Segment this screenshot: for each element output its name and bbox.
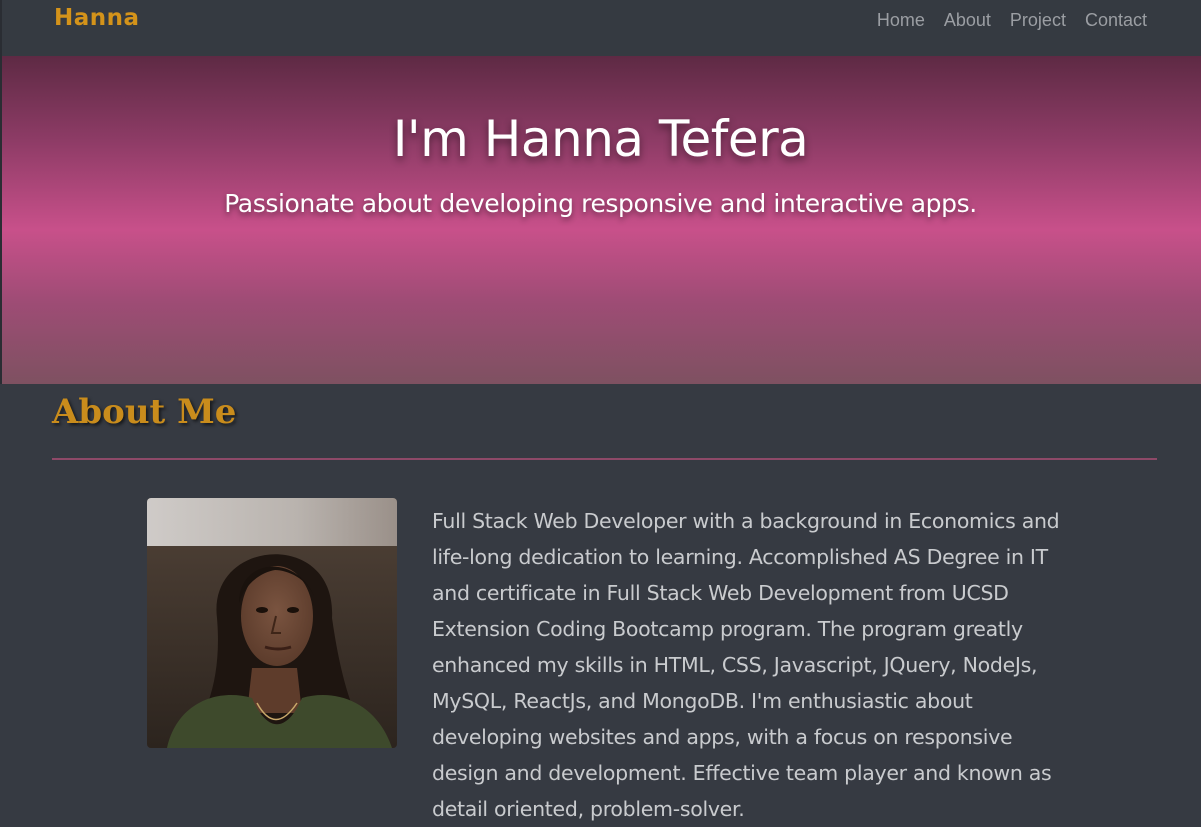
about-heading: About Me <box>52 392 237 432</box>
hero-subtitle: Passionate about developing responsive a… <box>224 189 977 218</box>
hero-title: I'm Hanna Tefera <box>392 110 809 168</box>
hero-banner: I'm Hanna Tefera Passionate about develo… <box>0 56 1201 384</box>
brand-logo[interactable]: Hanna <box>54 5 140 31</box>
profile-photo-illustration <box>147 498 397 748</box>
about-divider <box>52 458 1157 460</box>
navbar: Hanna Home About Project Contact <box>0 0 1201 56</box>
nav-link-home[interactable]: Home <box>877 10 925 31</box>
about-text: Full Stack Web Developer with a backgrou… <box>432 509 1060 821</box>
profile-photo <box>147 498 397 748</box>
nav-link-about[interactable]: About <box>944 10 991 31</box>
nav-link-project[interactable]: Project <box>1010 10 1066 31</box>
nav-link-contact[interactable]: Contact <box>1085 10 1147 31</box>
nav-links: Home About Project Contact <box>877 10 1147 31</box>
